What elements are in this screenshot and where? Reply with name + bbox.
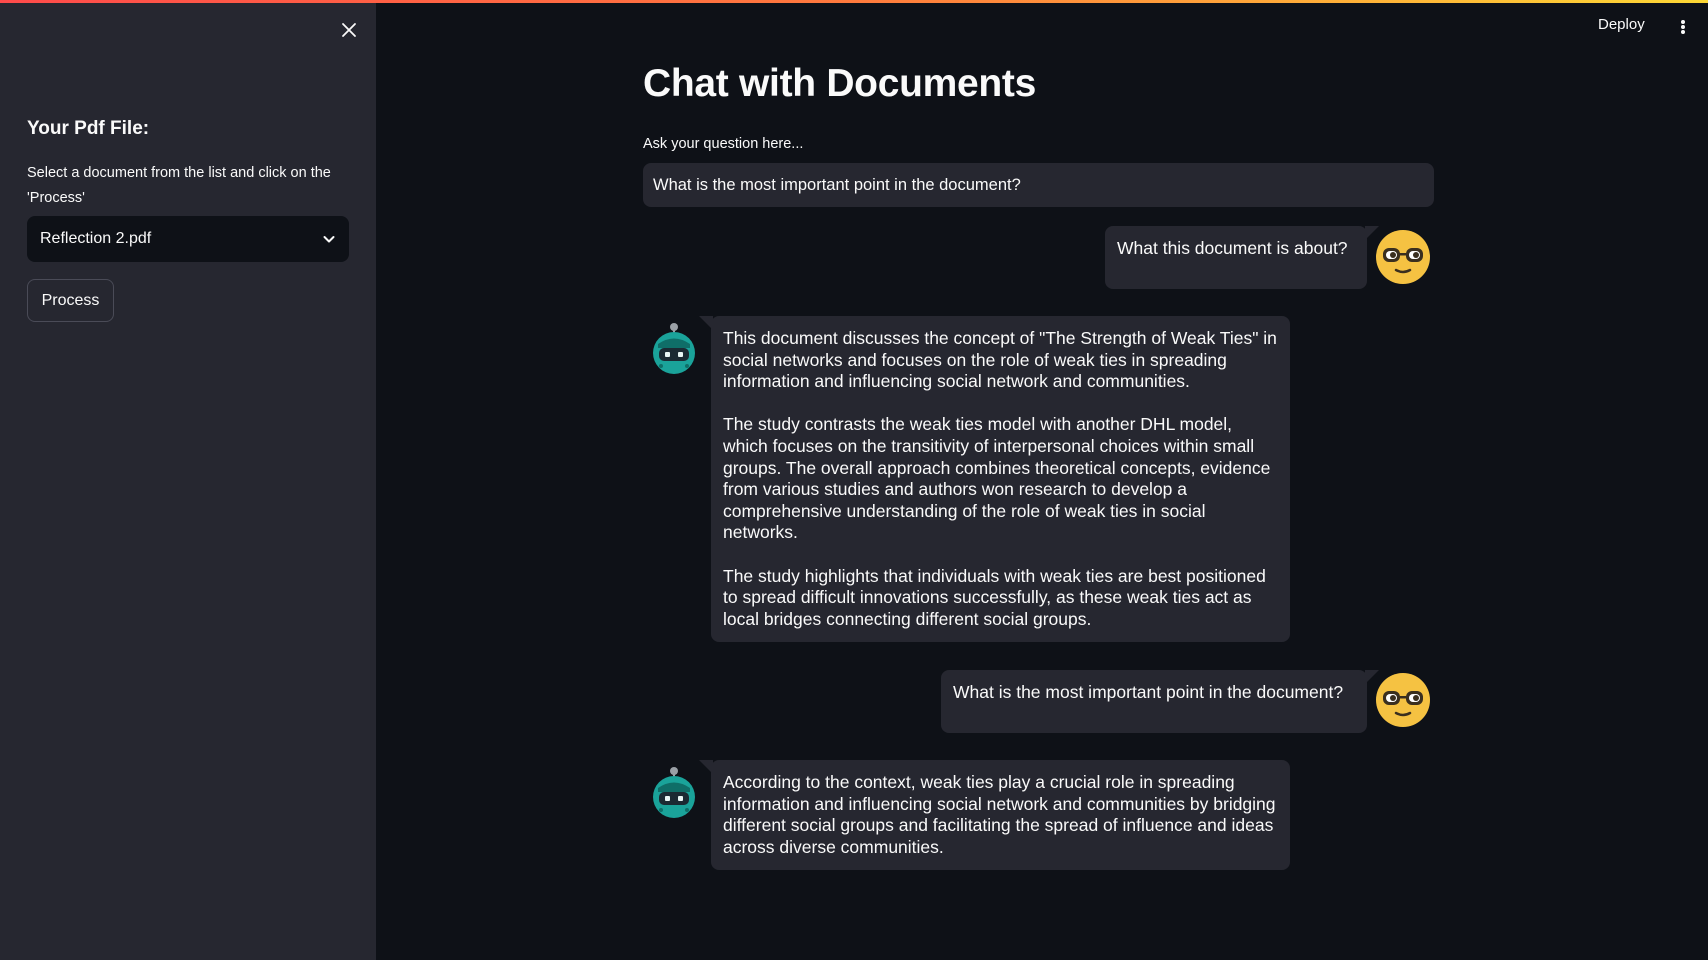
- chevron-down-icon: [323, 236, 335, 243]
- bot-avatar-icon: [653, 323, 695, 374]
- bot-avatar-icon: [653, 767, 695, 818]
- message-paragraph: The study highlights that individuals wi…: [723, 565, 1266, 629]
- question-input-label: Ask your question here...: [643, 136, 804, 152]
- message-text: What this document is about?: [1117, 238, 1348, 258]
- page-title: Chat with Documents: [643, 62, 1036, 105]
- process-button[interactable]: Process: [27, 279, 114, 322]
- document-select[interactable]: Reflection 2.pdf: [27, 216, 349, 262]
- assistant-message: According to the context, weak ties play…: [699, 760, 1290, 870]
- message-paragraph: According to the context, weak ties play…: [723, 772, 1276, 857]
- kebab-dot: [1681, 30, 1685, 34]
- sidebar: Your Pdf File: Select a document from th…: [0, 0, 376, 960]
- kebab-dot: [1681, 25, 1685, 29]
- assistant-message: This document discusses the concept of "…: [699, 316, 1290, 642]
- sidebar-heading: Your Pdf File:: [27, 118, 150, 139]
- user-avatar-icon: [1376, 673, 1430, 727]
- main-menu-button[interactable]: [1675, 16, 1691, 38]
- message-paragraph: This document discusses the concept of "…: [723, 328, 1277, 392]
- close-sidebar-button[interactable]: [337, 18, 361, 42]
- question-input[interactable]: [643, 163, 1434, 207]
- user-message: What is the most important point in the …: [941, 670, 1379, 733]
- deploy-button[interactable]: Deploy: [1598, 16, 1645, 33]
- document-select-value: Reflection 2.pdf: [40, 230, 152, 247]
- message-text: What is the most important point in the …: [953, 682, 1344, 702]
- kebab-dot: [1681, 20, 1685, 24]
- sidebar-description: Select a document from the list and clic…: [27, 165, 331, 206]
- top-accent-bar: [0, 0, 1708, 3]
- user-avatar-icon: [1376, 230, 1430, 284]
- user-message: What this document is about?: [1105, 226, 1379, 289]
- close-icon: [342, 23, 356, 37]
- message-paragraph: The study contrasts the weak ties model …: [723, 414, 1271, 543]
